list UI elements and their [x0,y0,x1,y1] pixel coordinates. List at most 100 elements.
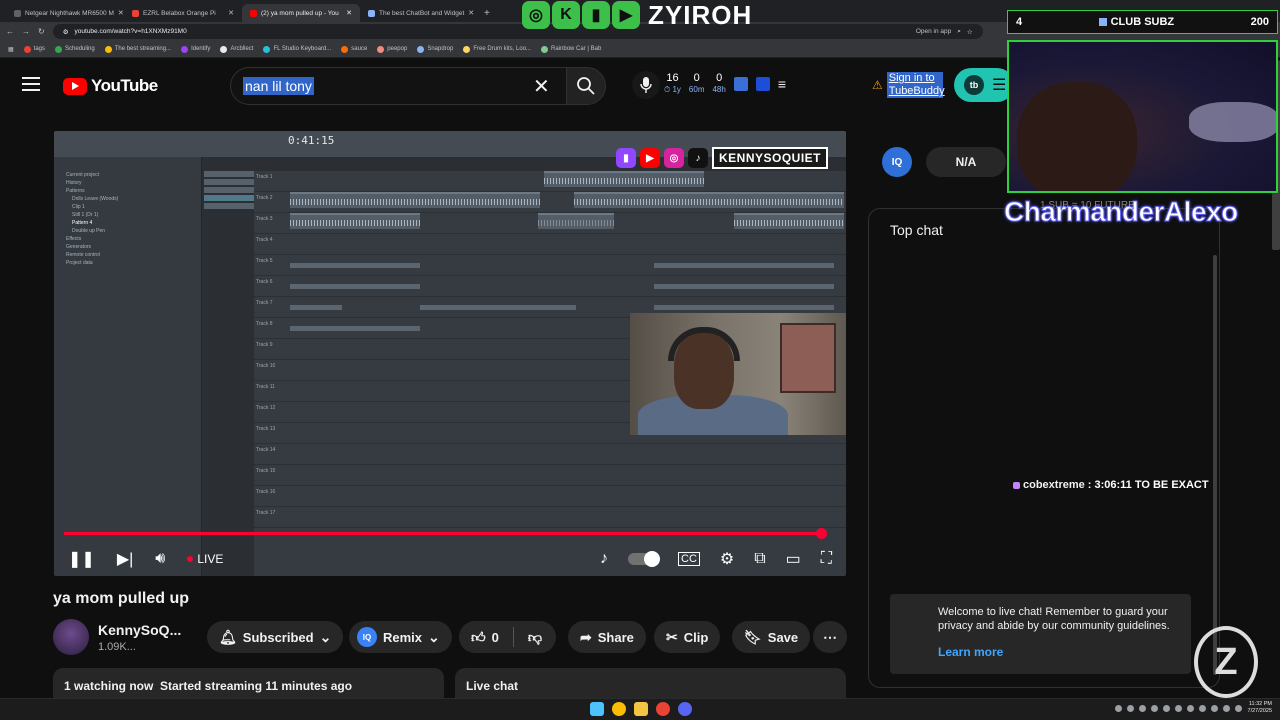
bookmark-label: sauce [351,46,368,52]
bookmark-item[interactable]: tags [23,45,45,53]
chrome-profile-icon[interactable] [656,702,670,716]
back-icon[interactable]: ← [6,27,14,36]
bookmark-item[interactable]: FL Studio Keyboard... [263,45,331,53]
daw-channel [204,171,254,177]
bookmark-item[interactable]: peepop [377,45,408,53]
tab-close-icon[interactable]: ✕ [468,9,474,17]
pattern-clip [290,263,420,268]
progress-scrubber[interactable] [815,528,827,539]
bookmark-item[interactable]: Snapdrop [417,45,453,53]
stat-label: 48h [712,85,726,94]
cam-fabric [1189,102,1276,142]
more-actions-button[interactable]: ⋯ [813,621,847,653]
bookmark-item[interactable]: Rainbow Car | Bab [541,45,602,53]
tab-label: Netgear Nighthawk MR6500 M [25,9,114,17]
hamburger-menu-icon[interactable] [22,77,40,91]
fullscreen-icon[interactable]: ⛶ [821,550,832,568]
voice-search-button[interactable] [632,71,660,99]
stat-item: 0 48h [712,73,725,94]
browser-tab[interactable]: Netgear Nighthawk MR6500 M ✕ [6,4,124,22]
new-tab-button[interactable]: + [484,4,490,22]
channel-name[interactable]: KennySoQ... [98,622,181,638]
subs-icon [1098,18,1107,26]
discord-icon[interactable] [678,702,692,716]
chrome-icon[interactable] [612,702,626,716]
miniplayer-icon[interactable]: ⧉ [754,550,765,568]
tubebuddy-menu-button[interactable]: tb ☰ [954,68,1014,102]
like-button[interactable]: 👍︎ 0 👎︎ [459,621,557,653]
settings-gear-icon[interactable]: ⚙ [720,549,734,569]
search-button[interactable] [566,67,606,105]
stat-value: 16 [666,72,679,84]
thumbs-down-icon[interactable]: 👎︎ [528,629,542,646]
bookmark-item[interactable]: Arcbllect [220,45,254,53]
track-label: Track 11 [256,384,275,390]
taskbar-clock[interactable]: 11:32 PM 7/27/2025 [1248,701,1272,715]
chat-author[interactable]: cobextreme [1023,479,1085,491]
tubebuddy-stats-widget[interactable]: 16 ⏱ 1y 0 60m 0 48h ≡ [664,73,786,94]
bookmark-favicon-icon [23,45,31,53]
progress-bar[interactable] [64,532,821,535]
analytics-icon[interactable] [733,76,748,91]
browser-tab[interactable]: EZRL Belabox Orange Pi ✕ [124,4,242,22]
remix-button[interactable]: IQ Remix ⌄ [349,621,452,653]
save-button[interactable]: 🔖︎ Save [732,621,811,653]
subs-goal: 200 [1250,16,1269,28]
volume-icon[interactable]: 🔊︎ [155,550,165,568]
channel-avatar[interactable] [53,619,89,655]
file-explorer-icon[interactable] [634,702,648,716]
daw-browser-item: Current project [66,172,100,178]
warning-icon: ⚠ [872,78,883,93]
apps-grid-icon[interactable]: ▦ [8,46,14,53]
tab-close-icon[interactable]: ✕ [228,9,234,17]
tubebuddy-signin-link[interactable]: ⚠ Sign in to TubeBuddy [872,72,945,99]
clip-button[interactable]: ✂ Clip [654,621,721,653]
video-player[interactable]: 0:41:15 Current project History Patterns… [54,131,846,576]
theater-mode-icon[interactable]: ▭ [786,549,801,569]
windows-start-icon[interactable] [590,702,604,716]
bookmark-item[interactable]: Identify [181,45,210,53]
live-badge[interactable]: LIVE [187,552,223,566]
next-icon[interactable]: ▶| [117,549,133,569]
chat-scrollbar[interactable] [1213,255,1217,675]
bookmark-label: Arcbllect [230,46,254,52]
pause-icon[interactable]: ❚❚ [68,549,95,569]
tab-close-icon[interactable]: ✕ [346,9,352,17]
bookmark-item[interactable]: Free Drum kits, Loo... [463,45,531,53]
vidiq-button[interactable]: IQ [882,147,912,177]
vidiq-score-pill[interactable]: N/A [926,147,1006,177]
bookmark-item[interactable]: Scheduling [55,45,95,53]
tab-close-icon[interactable]: ✕ [118,9,124,17]
learn-more-link[interactable]: Learn more [938,645,1181,661]
bookmark-label: Rainbow Car | Bab [551,46,602,52]
chat-mode-selector[interactable]: Top chat [890,222,943,238]
bookmark-star-icon[interactable]: ☆ [967,28,973,36]
open-in-app-button[interactable]: Open in app [916,28,951,35]
subscribed-button[interactable]: 🔔︎ Subscribed ⌄ [207,621,344,653]
tray-icons[interactable] [1114,704,1242,712]
bookmark-item[interactable]: sauce [341,45,368,53]
tubebuddy-tool-icon[interactable] [755,76,770,91]
music-note-icon[interactable]: ♪ [600,550,608,568]
share-button[interactable]: ➦ Share [568,621,646,653]
forward-icon[interactable]: → [22,27,30,36]
daw-browser-item: Effects [66,236,82,242]
zoom-icon[interactable]: ⌕ [957,28,961,36]
tab-favicon-icon [132,9,139,17]
track-label: Track 13 [256,426,276,432]
site-info-icon[interactable]: ⚙ [63,28,69,36]
autoplay-toggle[interactable] [628,550,660,567]
youtube-logo[interactable]: YouTube [63,76,158,96]
daw-browser-item: Clip 1 [72,204,85,210]
list-menu-icon[interactable]: ≡ [778,76,786,92]
daw-track: Track 17 [254,507,846,528]
reload-icon[interactable]: ↻ [38,27,45,36]
address-bar[interactable]: ⚙ youtube.com/watch?v=h1XNXMz91M0 Open i… [52,24,983,39]
captions-icon[interactable]: CC [678,551,700,566]
bookmark-label: peepop [387,46,408,52]
search-input[interactable]: nan lil tony [230,67,566,105]
bookmark-item[interactable]: The best streaming... [104,45,171,53]
browser-tab-active[interactable]: (2) ya mom pulled up - You ✕ [242,4,360,22]
clear-search-icon[interactable]: ✕ [533,74,550,99]
browser-tab[interactable]: The best ChatBot and Widget ✕ [360,4,478,22]
